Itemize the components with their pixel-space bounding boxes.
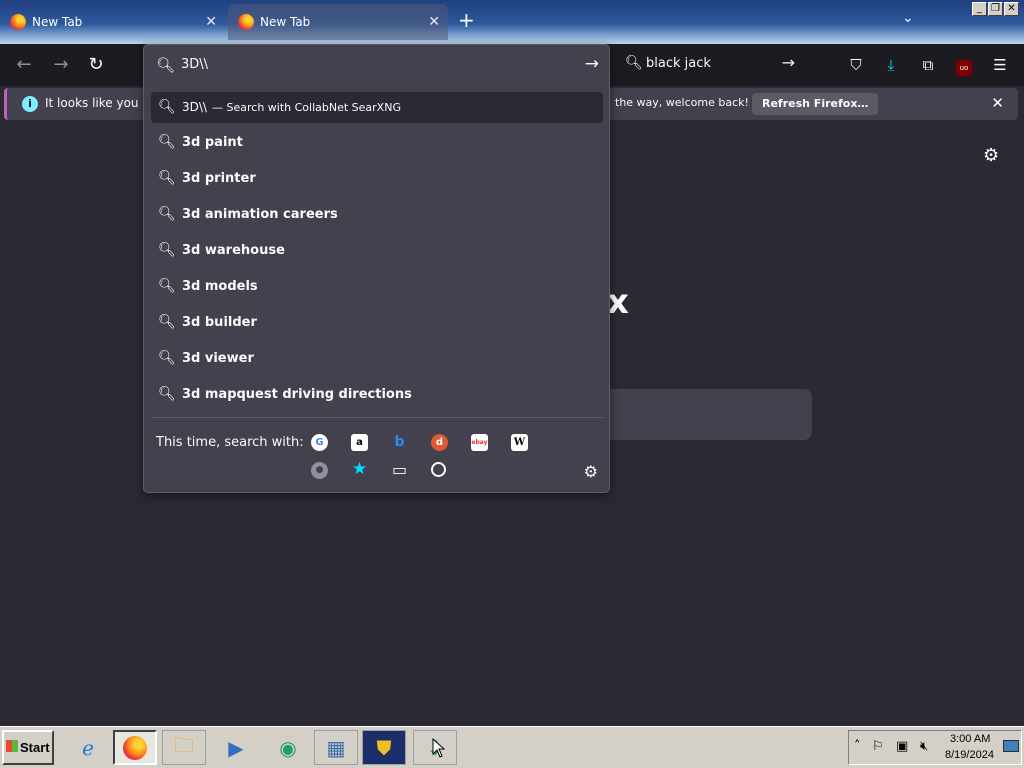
suggestion-label: 3d models	[182, 279, 258, 294]
suggestion-label: 3d viewer	[182, 351, 254, 366]
refresh-firefox-button[interactable]: Refresh Firefox…	[752, 93, 879, 115]
search-icon: 🔍︎	[158, 206, 176, 222]
suggestion-item[interactable]: 🔍︎ 3d paint	[151, 126, 603, 160]
close-tab-icon[interactable]: ✕	[428, 14, 440, 30]
info-icon: i	[22, 96, 38, 112]
reload-button[interactable]: ↻	[84, 54, 108, 76]
search-icon: 🔍︎	[158, 386, 176, 402]
divider	[151, 417, 603, 418]
clock-time[interactable]: 3:00 AM	[950, 733, 990, 745]
search-bar[interactable]: 🔍︎ black jack →	[615, 48, 803, 80]
search-icon: 🔍︎	[158, 99, 176, 115]
close-window-button[interactable]: ✕	[1004, 2, 1019, 16]
file-explorer-icon[interactable]: 🗀	[162, 730, 206, 765]
suggestion-item[interactable]: 🔍︎ 3d animation careers	[151, 198, 603, 232]
list-all-tabs-button[interactable]: ⌄	[902, 10, 914, 26]
search-icon: 🔍︎	[158, 170, 176, 186]
page-heading-fragment: x	[607, 282, 629, 322]
control-panel-icon[interactable]: ▦	[314, 730, 358, 765]
search-icon: 🔍︎	[625, 55, 643, 71]
heuristic-result[interactable]: 🔍︎ 3D\\ — Search with CollabNet SearXNG	[151, 92, 603, 123]
search-input[interactable]: black jack	[646, 56, 711, 71]
suggestion-item[interactable]: 🔍︎ 3d printer	[151, 162, 603, 196]
gear-icon[interactable]: ⚙	[983, 145, 999, 166]
back-button[interactable]: ←	[12, 54, 36, 76]
volume-muted-icon[interactable]: 🔇︎	[920, 739, 928, 754]
search-go-icon[interactable]: →	[782, 53, 795, 72]
firefox-taskbar-button[interactable]	[113, 730, 157, 765]
searxng-icon[interactable]: ●	[311, 462, 328, 479]
suggestion-item[interactable]: 🔍︎ 3d warehouse	[151, 234, 603, 268]
wikipedia-icon[interactable]: W	[511, 434, 528, 451]
tab-label: New Tab	[32, 15, 83, 29]
urlbar-dropdown: 🔍︎ 3D\\ → 🔍︎ 3D\\ — Search with CollabNe…	[143, 44, 610, 493]
close-notification-icon[interactable]: ✕	[991, 94, 1004, 112]
tab-label: New Tab	[260, 15, 311, 29]
bing-icon[interactable]: b	[391, 434, 408, 451]
suggestion-item[interactable]: 🔍︎ 3d models	[151, 270, 603, 304]
heuristic-label: — Search with CollabNet SearXNG	[212, 101, 401, 114]
suggestion-label: 3d animation careers	[182, 207, 338, 222]
internet-explorer-icon[interactable]: ℯ	[66, 730, 110, 765]
urlbar-input[interactable]: 3D\\	[181, 57, 208, 72]
menu-icon[interactable]: ☰	[989, 54, 1011, 76]
extensions-icon[interactable]: ⧉	[917, 54, 939, 76]
suggestion-label: 3d builder	[182, 315, 257, 330]
page-search-field[interactable]	[610, 389, 812, 440]
tab-new-tab-1[interactable]: New Tab ✕	[0, 4, 225, 40]
urlbar[interactable]: 🔍︎ 3D\\ →	[144, 45, 609, 85]
security-shield-icon[interactable]: ⛊	[362, 730, 406, 765]
show-hidden-icons-icon[interactable]: ˄	[854, 739, 861, 754]
amazon-icon[interactable]: a	[351, 434, 368, 451]
notification-message-end: the way, welcome back!	[615, 96, 749, 109]
suggestion-label: 3d paint	[182, 135, 243, 150]
tabs-icon[interactable]: ▭	[391, 461, 408, 478]
clock-date[interactable]: 8/19/2024	[945, 749, 994, 761]
minimize-button[interactable]: _	[972, 2, 987, 16]
bookmarks-icon[interactable]: ★	[351, 461, 368, 478]
search-icon: 🔍︎	[158, 134, 176, 150]
firefox-icon	[238, 14, 254, 30]
search-icon: 🔍︎	[156, 56, 176, 74]
ebay-icon[interactable]: ebay	[471, 434, 488, 451]
downloads-icon[interactable]: ⤓	[880, 54, 902, 76]
suggestion-label: 3d printer	[182, 171, 256, 186]
ublock-icon[interactable]: uo	[953, 54, 975, 76]
new-tab-button[interactable]: +	[458, 8, 475, 32]
search-icon: 🔍︎	[158, 314, 176, 330]
duckduckgo-icon[interactable]: d	[431, 434, 448, 451]
windows-flag-icon	[6, 740, 18, 752]
pocket-icon[interactable]: ⛉	[845, 54, 867, 76]
restore-button[interactable]: ❐	[988, 2, 1003, 16]
google-icon[interactable]: G	[311, 434, 328, 451]
suggestion-item[interactable]: 🔍︎ 3d builder	[151, 306, 603, 340]
tab-new-tab-2[interactable]: New Tab ✕	[228, 4, 448, 40]
go-arrow-icon[interactable]: →	[585, 54, 599, 74]
mouse-cursor-icon	[432, 738, 446, 758]
suggestion-item[interactable]: 🔍︎ 3d mapquest driving directions	[151, 378, 603, 412]
forward-button[interactable]: →	[49, 54, 73, 76]
media-player-icon[interactable]: ▶	[214, 730, 258, 765]
action-center-flag-icon[interactable]: ⚐	[872, 739, 884, 754]
globe-app-icon[interactable]: ◉	[266, 730, 310, 765]
suggestion-item[interactable]: 🔍︎ 3d viewer	[151, 342, 603, 376]
search-icon: 🔍︎	[158, 278, 176, 294]
history-icon[interactable]	[431, 462, 446, 477]
show-desktop-icon[interactable]	[1003, 740, 1019, 752]
heuristic-query: 3D\\	[182, 100, 207, 114]
suggestion-label: 3d mapquest driving directions	[182, 387, 412, 402]
search-settings-gear-icon[interactable]: ⚙	[584, 462, 598, 481]
network-icon[interactable]: ▣	[896, 739, 908, 754]
one-off-search-label: This time, search with:	[156, 435, 304, 450]
search-icon: 🔍︎	[158, 350, 176, 366]
close-tab-icon[interactable]: ✕	[205, 14, 217, 30]
search-icon: 🔍︎	[158, 242, 176, 258]
suggestion-label: 3d warehouse	[182, 243, 285, 258]
firefox-icon	[10, 14, 26, 30]
